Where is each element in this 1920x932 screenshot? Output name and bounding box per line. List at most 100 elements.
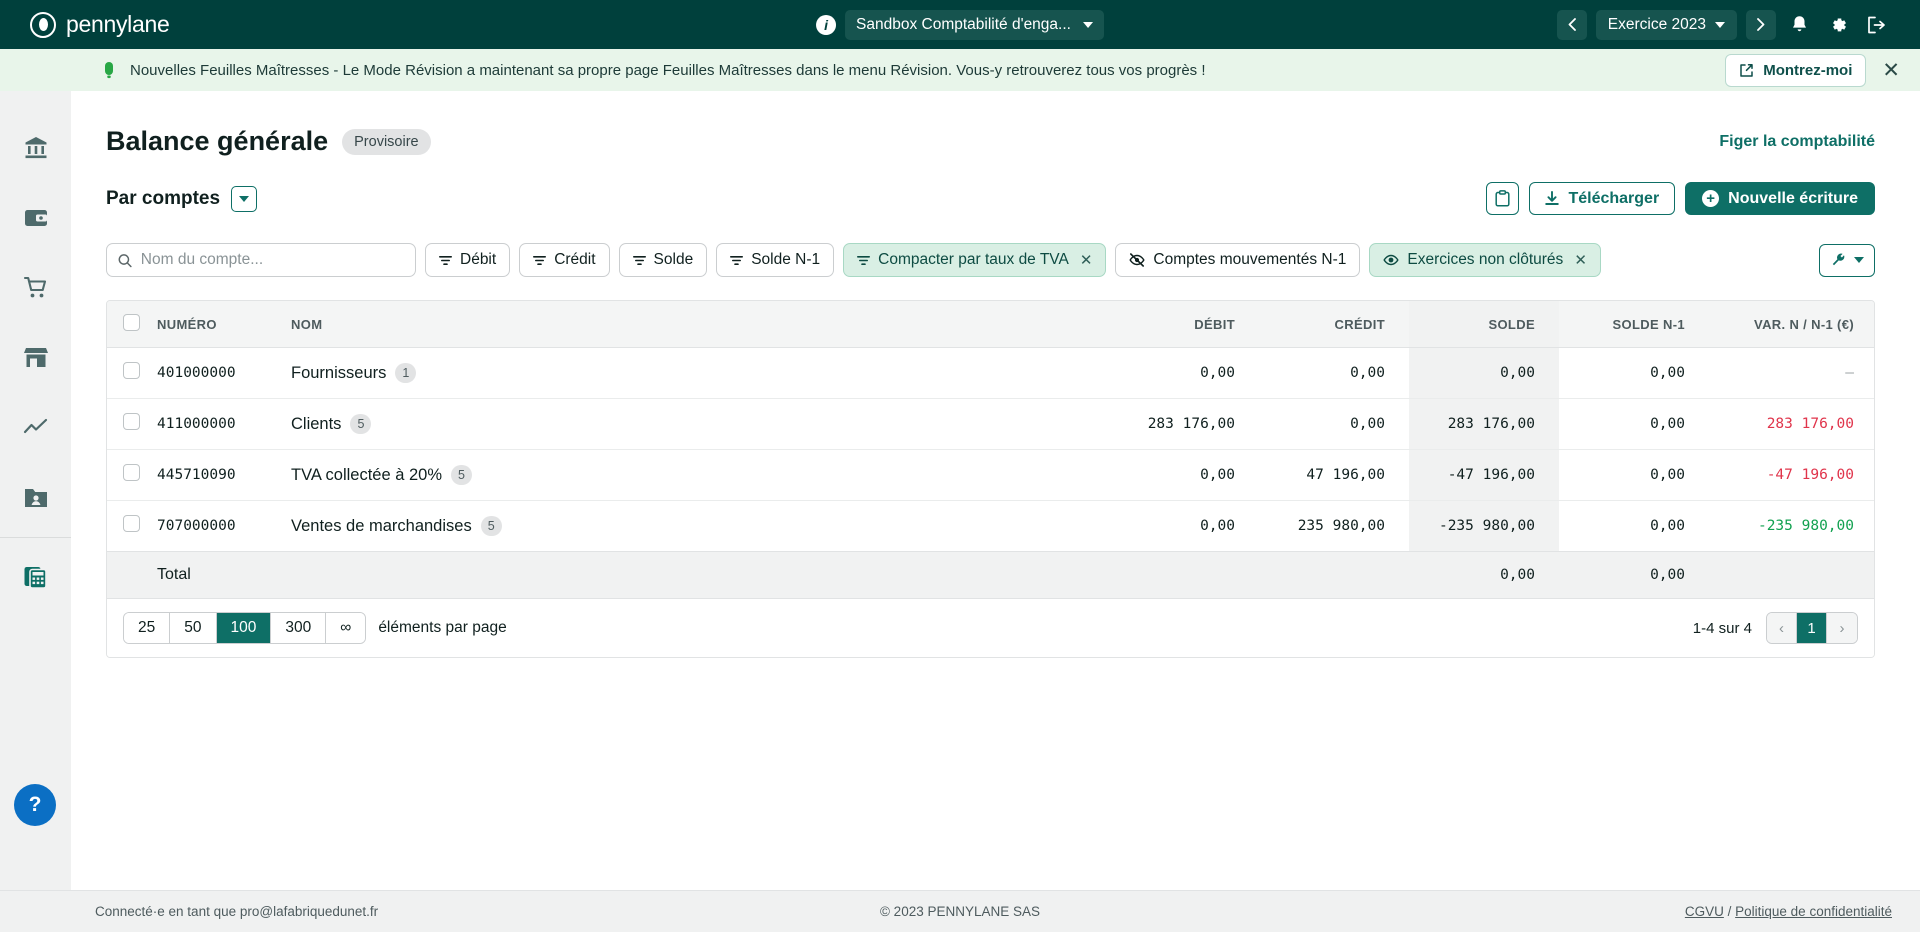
sidebar-item-wallet[interactable] bbox=[0, 183, 71, 253]
filter-chip-debit[interactable]: Débit bbox=[425, 243, 510, 277]
freeze-accounting-link[interactable]: Figer la comptabilité bbox=[1719, 133, 1875, 151]
logout-button[interactable] bbox=[1862, 16, 1892, 34]
notifications-button[interactable] bbox=[1785, 15, 1814, 35]
column-header-nom[interactable]: NOM bbox=[279, 301, 1109, 348]
pennylane-logo-icon bbox=[30, 12, 56, 38]
cart-icon bbox=[23, 275, 49, 301]
total-spacer bbox=[107, 552, 153, 599]
topbar-right-controls: Exercice 2023 bbox=[1557, 10, 1900, 40]
sidebar-item-sales[interactable] bbox=[0, 323, 71, 393]
brand-name: pennylane bbox=[66, 11, 169, 38]
gear-icon bbox=[1828, 15, 1848, 35]
cell-variation: -235 980,00 bbox=[1709, 501, 1874, 552]
filter-chip-solde[interactable]: Solde bbox=[619, 243, 708, 277]
cell-nom: Ventes de marchandises 5 bbox=[279, 501, 1109, 552]
page-title: Balance générale bbox=[106, 126, 328, 157]
column-header-credit[interactable]: CRÉDIT bbox=[1259, 301, 1409, 348]
filter-chip-solde-n1[interactable]: Solde N-1 bbox=[716, 243, 834, 277]
filter-icon bbox=[730, 255, 743, 266]
remove-filter-icon[interactable]: ✕ bbox=[1080, 251, 1093, 269]
cell-numero: 401000000 bbox=[153, 348, 279, 399]
total-credit bbox=[1259, 552, 1409, 599]
external-link-icon bbox=[1739, 63, 1754, 78]
total-label: Total bbox=[153, 552, 279, 599]
column-header-debit[interactable]: DÉBIT bbox=[1109, 301, 1259, 348]
column-header-solde-n1[interactable]: SOLDE N-1 bbox=[1559, 301, 1709, 348]
table-settings-button[interactable] bbox=[1819, 244, 1875, 277]
next-exercise-button[interactable] bbox=[1746, 10, 1776, 40]
column-header-solde[interactable]: SOLDE bbox=[1409, 301, 1559, 348]
next-page-button[interactable]: › bbox=[1827, 613, 1857, 643]
row-checkbox[interactable] bbox=[123, 515, 140, 532]
row-checkbox[interactable] bbox=[123, 362, 140, 379]
table-body: 401000000 Fournisseurs 1 0,00 0,00 0,00 … bbox=[107, 348, 1874, 552]
privacy-policy-link[interactable]: Politique de confidentialité bbox=[1735, 904, 1892, 919]
banner-controls: Montrez-moi ✕ bbox=[1725, 54, 1900, 87]
show-me-button[interactable]: Montrez-moi bbox=[1725, 54, 1866, 87]
entry-count-badge: 5 bbox=[350, 414, 371, 434]
search-box[interactable] bbox=[106, 243, 416, 277]
page-size-all[interactable]: ∞ bbox=[326, 613, 365, 643]
settings-button[interactable] bbox=[1823, 15, 1853, 35]
subheader-row: Par comptes bbox=[106, 182, 1875, 215]
page-body: ? Balance générale Provisoire Figer la c… bbox=[0, 91, 1920, 890]
eye-off-icon bbox=[1129, 253, 1145, 267]
bell-icon bbox=[1790, 15, 1809, 35]
new-entry-button[interactable]: + Nouvelle écriture bbox=[1685, 182, 1875, 215]
sidebar-item-analytics[interactable] bbox=[0, 393, 71, 463]
previous-page-button[interactable]: ‹ bbox=[1767, 613, 1797, 643]
sidebar-item-purchases[interactable] bbox=[0, 253, 71, 323]
previous-exercise-button[interactable] bbox=[1557, 10, 1587, 40]
row-select-cell bbox=[107, 450, 153, 501]
eye-icon bbox=[1383, 253, 1399, 267]
exercise-selector[interactable]: Exercice 2023 bbox=[1596, 10, 1737, 40]
filter-chip-label: Compacter par taux de TVA bbox=[878, 251, 1069, 269]
cgvu-link[interactable]: CGVU bbox=[1685, 904, 1724, 919]
download-button[interactable]: Télécharger bbox=[1529, 182, 1675, 215]
table-row[interactable]: 707000000 Ventes de marchandises 5 0,00 … bbox=[107, 501, 1874, 552]
filter-icon bbox=[633, 255, 646, 266]
clipboard-button[interactable] bbox=[1486, 182, 1519, 215]
column-header-numero[interactable]: NUMÉRO bbox=[153, 301, 279, 348]
row-checkbox[interactable] bbox=[123, 413, 140, 430]
filter-chip-compact-vat[interactable]: Compacter par taux de TVA ✕ bbox=[843, 243, 1106, 277]
cell-solde: 283 176,00 bbox=[1409, 399, 1559, 450]
cell-debit: 0,00 bbox=[1109, 348, 1259, 399]
grouping-dropdown[interactable] bbox=[231, 186, 257, 212]
page-size-25[interactable]: 25 bbox=[124, 613, 170, 643]
company-selector[interactable]: Sandbox Comptabilité d'enga... bbox=[845, 10, 1104, 40]
page-number-1[interactable]: 1 bbox=[1797, 613, 1827, 643]
page-size-100[interactable]: 100 bbox=[217, 613, 272, 643]
info-icon[interactable]: i bbox=[816, 15, 836, 35]
balance-table-card: NUMÉRO NOM DÉBIT CRÉDIT SOLDE SOLDE N-1 … bbox=[106, 300, 1875, 658]
remove-filter-icon[interactable]: ✕ bbox=[1574, 251, 1587, 269]
sidebar-item-contacts[interactable] bbox=[0, 463, 71, 533]
page-size-50[interactable]: 50 bbox=[170, 613, 216, 643]
filter-chip-credit[interactable]: Crédit bbox=[519, 243, 609, 277]
logout-icon bbox=[1867, 16, 1887, 34]
table-row[interactable]: 411000000 Clients 5 283 176,00 0,00 283 … bbox=[107, 399, 1874, 450]
cell-debit: 283 176,00 bbox=[1109, 399, 1259, 450]
entry-count-badge: 5 bbox=[451, 465, 472, 485]
page-navigation: ‹ 1 › bbox=[1766, 612, 1858, 644]
brand-logo[interactable]: pennylane bbox=[30, 11, 169, 38]
row-checkbox[interactable] bbox=[123, 464, 140, 481]
page-size-300[interactable]: 300 bbox=[271, 613, 326, 643]
cell-debit: 0,00 bbox=[1109, 450, 1259, 501]
column-header-variation[interactable]: VAR. N / N-1 (€) bbox=[1709, 301, 1874, 348]
close-banner-button[interactable]: ✕ bbox=[1882, 60, 1900, 81]
search-input[interactable] bbox=[141, 251, 404, 269]
table-row[interactable]: 401000000 Fournisseurs 1 0,00 0,00 0,00 … bbox=[107, 348, 1874, 399]
help-button[interactable]: ? bbox=[14, 784, 56, 826]
table-row[interactable]: 445710090 TVA collectée à 20% 5 0,00 47 … bbox=[107, 450, 1874, 501]
filter-chip-label: Solde bbox=[654, 251, 694, 269]
filter-chip-moved-accounts-n1[interactable]: Comptes mouvementés N-1 bbox=[1115, 243, 1360, 277]
announcement-banner: Nouvelles Feuilles Maîtresses - Le Mode … bbox=[0, 49, 1920, 91]
sidebar-item-accounting[interactable] bbox=[0, 542, 71, 612]
select-all-checkbox[interactable] bbox=[123, 314, 140, 331]
store-icon bbox=[23, 345, 49, 371]
filter-chip-open-exercises[interactable]: Exercices non clôturés ✕ bbox=[1369, 243, 1601, 277]
cell-credit: 235 980,00 bbox=[1259, 501, 1409, 552]
chevron-down-icon bbox=[1715, 22, 1725, 28]
sidebar-item-bank[interactable] bbox=[0, 113, 71, 183]
